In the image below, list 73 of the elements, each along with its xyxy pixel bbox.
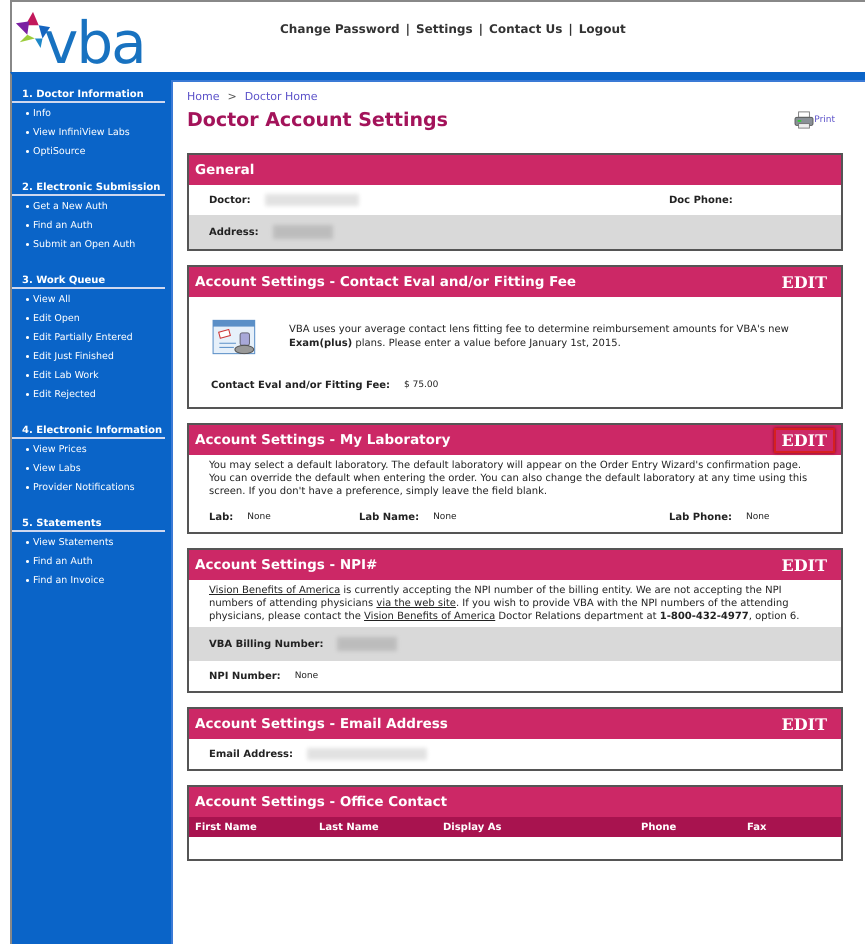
column-header: Fax [747, 822, 766, 832]
inline-link[interactable]: via the web site [376, 598, 456, 609]
sidebar-link[interactable]: Submit an Open Auth [12, 239, 165, 253]
header-link[interactable]: Logout [578, 22, 626, 72]
card-title: Account Settings - Office Contact [195, 794, 448, 810]
edit-link[interactable]: EDIT [774, 270, 835, 294]
logo-wordmark: vba [44, 14, 145, 72]
sidebar-link[interactable]: Provider Notifications [12, 482, 165, 496]
sidebar-link[interactable]: Edit Open [12, 313, 165, 327]
field-label: Lab Phone: [669, 512, 732, 522]
card-title: Account Settings - Email Address [195, 716, 448, 732]
sidebar-link[interactable]: Info [12, 108, 165, 122]
link-separator: | [406, 22, 410, 38]
sidebar-link[interactable]: View Prices [12, 444, 165, 458]
field-value: None [247, 512, 271, 522]
sidebar-link[interactable]: View Statements [12, 537, 165, 551]
sidebar-heading: 1. Doctor Information [12, 89, 165, 103]
info-paragraph: You may select a default laboratory. The default laboratory will appear on the Order Entry Wizard's confirmation page. You can override the default when entering the order. You can also change the default laboratory at any time using this screen. If you don't have a preference, simply leave the field blank. [208, 459, 808, 498]
field-value: None [294, 671, 318, 681]
sidebar-link[interactable]: OptiSource [12, 146, 165, 160]
edit-link[interactable]: EDIT [774, 712, 835, 736]
inline-link[interactable]: Vision Benefits of America [364, 611, 496, 622]
sidebar-link[interactable]: Edit Partially Entered [12, 332, 165, 346]
breadcrumb-link[interactable]: Home [187, 90, 220, 103]
sidebar-link[interactable]: Edit Lab Work [12, 370, 165, 384]
edit-link[interactable]: EDIT [774, 552, 835, 578]
field-value: None [433, 512, 457, 522]
card-title: General [195, 162, 254, 178]
field-label: Lab: [209, 512, 234, 522]
sidebar-link[interactable]: Find an Auth [12, 220, 165, 234]
field-label: Doc Phone: [669, 194, 733, 206]
card-title: Account Settings - My Laboratory [195, 432, 450, 448]
printer-icon [794, 111, 814, 129]
sidebar-link[interactable]: View Labs [12, 463, 165, 477]
header-link[interactable]: Settings [416, 22, 473, 72]
field-label: Contact Eval and/or Fitting Fee: [211, 380, 390, 390]
field-label: VBA Billing Number: [209, 638, 324, 650]
column-header: Last Name [319, 822, 380, 832]
breadcrumb-separator: > [227, 90, 237, 103]
field-label: NPI Number: [209, 670, 281, 682]
field-label: Email Address: [209, 748, 294, 760]
edit-link[interactable]: EDIT [774, 428, 835, 452]
sidebar-link[interactable]: View All [12, 294, 165, 308]
sidebar-link[interactable]: Edit Just Finished [12, 351, 165, 365]
sidebar-heading: 4. Electronic Information [12, 425, 165, 439]
sidebar-link[interactable]: View InfiniView Labs [12, 127, 165, 141]
info-paragraph: Vision Benefits of America is currently accepting the NPI number of the billing entity. We are not accepting the NPI numbers of attending physicians via the web site. If you wish to provide VBA with the NPI numbers of the attending physicians, please contact the Vision Benefits of America Doctor Relations department at 1-800-432-4977, option 6. [208, 584, 800, 623]
sidebar-link[interactable]: Find an Auth [12, 556, 165, 570]
column-header: Display As [443, 822, 502, 832]
sidebar-link[interactable]: Get a New Auth [12, 201, 165, 215]
card-title: Account Settings - Contact Eval and/or Fitting Fee [195, 274, 576, 290]
sidebar-heading: 2. Electronic Submission [12, 182, 165, 196]
sidebar-link[interactable]: Edit Rejected [12, 389, 165, 403]
print-link[interactable]: Print [794, 111, 835, 129]
sidebar-link[interactable]: Find an Invoice [12, 575, 165, 589]
info-paragraph: VBA uses your average contact lens fitting fee to determine reimbursement amounts for VBA's new Exam(plus) plans. Please enter a value before January 1st, 2015. [289, 323, 790, 351]
header-link[interactable]: Contact Us [489, 22, 562, 72]
field-label: Address: [209, 226, 259, 238]
card-title: Account Settings - NPI# [195, 557, 378, 573]
field-label: Lab Name: [359, 512, 420, 522]
link-separator: | [478, 22, 484, 38]
column-header: First Name [195, 822, 258, 832]
sidebar-heading: 5. Statements [12, 518, 165, 532]
field-value: None [746, 512, 770, 522]
field-value: $ 75.00 [404, 380, 438, 390]
field-label: Doctor: [209, 194, 251, 206]
breadcrumb-link[interactable]: Doctor Home [244, 90, 318, 103]
link-separator: | [568, 22, 573, 38]
sidebar-heading: 3. Work Queue [12, 275, 165, 289]
column-header: Phone [641, 822, 678, 832]
header-link[interactable]: Change Password [280, 22, 400, 72]
inline-link[interactable]: Vision Benefits of America [209, 585, 340, 596]
page-title: Doctor Account Settings [187, 109, 448, 131]
